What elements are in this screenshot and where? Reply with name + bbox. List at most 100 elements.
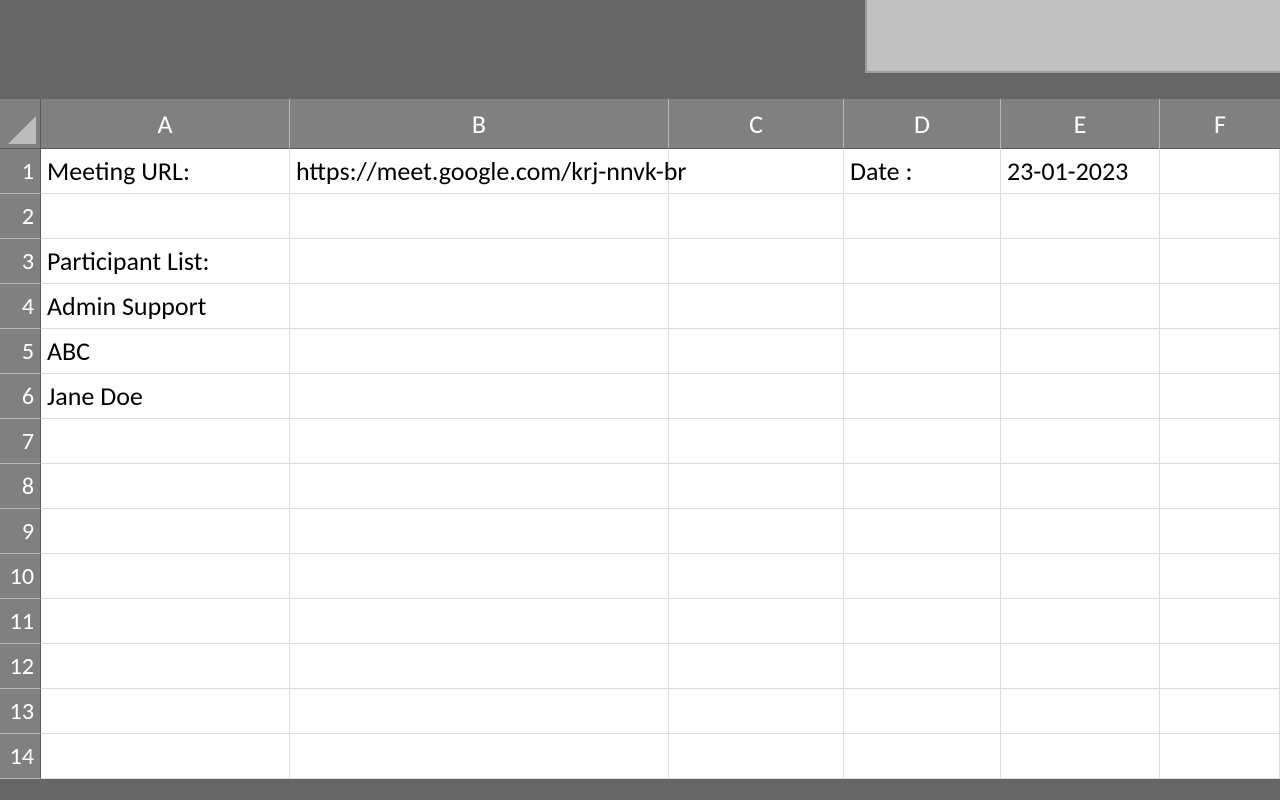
col-header-F[interactable]: F bbox=[1160, 99, 1280, 149]
cell-D12[interactable] bbox=[844, 644, 1001, 689]
cell-E3[interactable] bbox=[1001, 239, 1160, 284]
cell-B5[interactable] bbox=[290, 329, 669, 374]
cell-F4[interactable] bbox=[1160, 284, 1280, 329]
cell-B9[interactable] bbox=[290, 509, 669, 554]
cell-D3[interactable] bbox=[844, 239, 1001, 284]
cell-D14[interactable] bbox=[844, 734, 1001, 779]
cell-D8[interactable] bbox=[844, 464, 1001, 509]
row-header-12[interactable]: 12 bbox=[0, 644, 41, 689]
cell-B8[interactable] bbox=[290, 464, 669, 509]
cell-A11[interactable] bbox=[41, 599, 290, 644]
cell-E8[interactable] bbox=[1001, 464, 1160, 509]
row-header-8[interactable]: 8 bbox=[0, 464, 41, 509]
cell-E1[interactable]: 23-01-2023 bbox=[1001, 149, 1160, 194]
cell-F5[interactable] bbox=[1160, 329, 1280, 374]
cell-D7[interactable] bbox=[844, 419, 1001, 464]
cell-C1[interactable] bbox=[669, 149, 844, 194]
cell-A10[interactable] bbox=[41, 554, 290, 599]
cell-F12[interactable] bbox=[1160, 644, 1280, 689]
row-header-5[interactable]: 5 bbox=[0, 329, 41, 374]
cell-F13[interactable] bbox=[1160, 689, 1280, 734]
cell-C11[interactable] bbox=[669, 599, 844, 644]
cell-D4[interactable] bbox=[844, 284, 1001, 329]
cell-E14[interactable] bbox=[1001, 734, 1160, 779]
cell-A13[interactable] bbox=[41, 689, 290, 734]
cell-C5[interactable] bbox=[669, 329, 844, 374]
cell-F10[interactable] bbox=[1160, 554, 1280, 599]
cell-A1[interactable]: Meeting URL: bbox=[41, 149, 290, 194]
cell-B2[interactable] bbox=[290, 194, 669, 239]
cell-D1[interactable]: Date : bbox=[844, 149, 1001, 194]
cell-E10[interactable] bbox=[1001, 554, 1160, 599]
cell-C13[interactable] bbox=[669, 689, 844, 734]
cell-D5[interactable] bbox=[844, 329, 1001, 374]
cell-A12[interactable] bbox=[41, 644, 290, 689]
cell-A3[interactable]: Participant List: bbox=[41, 239, 290, 284]
row-header-4[interactable]: 4 bbox=[0, 284, 41, 329]
cell-F3[interactable] bbox=[1160, 239, 1280, 284]
row-header-6[interactable]: 6 bbox=[0, 374, 41, 419]
row-header-11[interactable]: 11 bbox=[0, 599, 41, 644]
cell-A6[interactable]: Jane Doe bbox=[41, 374, 290, 419]
row-header-9[interactable]: 9 bbox=[0, 509, 41, 554]
select-all-triangle[interactable] bbox=[0, 99, 41, 149]
row-header-14[interactable]: 14 bbox=[0, 734, 41, 779]
cell-D9[interactable] bbox=[844, 509, 1001, 554]
cell-B3[interactable] bbox=[290, 239, 669, 284]
row-header-10[interactable]: 10 bbox=[0, 554, 41, 599]
cell-C10[interactable] bbox=[669, 554, 844, 599]
row-header-3[interactable]: 3 bbox=[0, 239, 41, 284]
cell-F11[interactable] bbox=[1160, 599, 1280, 644]
cell-D13[interactable] bbox=[844, 689, 1001, 734]
cell-E6[interactable] bbox=[1001, 374, 1160, 419]
cell-E2[interactable] bbox=[1001, 194, 1160, 239]
cell-C9[interactable] bbox=[669, 509, 844, 554]
cell-C7[interactable] bbox=[669, 419, 844, 464]
cell-B1[interactable]: https://meet.google.com/krj-nnvk-br bbox=[290, 149, 669, 194]
cell-E5[interactable] bbox=[1001, 329, 1160, 374]
row-header-7[interactable]: 7 bbox=[0, 419, 41, 464]
cell-E9[interactable] bbox=[1001, 509, 1160, 554]
cell-E7[interactable] bbox=[1001, 419, 1160, 464]
row-header-13[interactable]: 13 bbox=[0, 689, 41, 734]
cell-A5[interactable]: ABC bbox=[41, 329, 290, 374]
cell-B11[interactable] bbox=[290, 599, 669, 644]
cell-C12[interactable] bbox=[669, 644, 844, 689]
col-header-C[interactable]: C bbox=[669, 99, 844, 149]
cell-B14[interactable] bbox=[290, 734, 669, 779]
cell-E4[interactable] bbox=[1001, 284, 1160, 329]
cell-E13[interactable] bbox=[1001, 689, 1160, 734]
row-header-1[interactable]: 1 bbox=[0, 149, 41, 194]
cell-B4[interactable] bbox=[290, 284, 669, 329]
col-header-E[interactable]: E bbox=[1001, 99, 1160, 149]
cell-D2[interactable] bbox=[844, 194, 1001, 239]
cell-A8[interactable] bbox=[41, 464, 290, 509]
col-header-A[interactable]: A bbox=[41, 99, 290, 149]
cell-F7[interactable] bbox=[1160, 419, 1280, 464]
cell-C2[interactable] bbox=[669, 194, 844, 239]
cell-B12[interactable] bbox=[290, 644, 669, 689]
cell-B7[interactable] bbox=[290, 419, 669, 464]
cell-C3[interactable] bbox=[669, 239, 844, 284]
cell-F6[interactable] bbox=[1160, 374, 1280, 419]
cell-F1[interactable] bbox=[1160, 149, 1280, 194]
cell-E11[interactable] bbox=[1001, 599, 1160, 644]
cell-F8[interactable] bbox=[1160, 464, 1280, 509]
cell-C4[interactable] bbox=[669, 284, 844, 329]
cell-B6[interactable] bbox=[290, 374, 669, 419]
cell-A9[interactable] bbox=[41, 509, 290, 554]
cell-A14[interactable] bbox=[41, 734, 290, 779]
cell-A4[interactable]: Admin Support bbox=[41, 284, 290, 329]
cell-F2[interactable] bbox=[1160, 194, 1280, 239]
cell-D6[interactable] bbox=[844, 374, 1001, 419]
cell-F9[interactable] bbox=[1160, 509, 1280, 554]
spreadsheet-grid[interactable]: A B C D E F 1 Meeting URL: https://meet.… bbox=[0, 99, 1280, 779]
col-header-B[interactable]: B bbox=[290, 99, 669, 149]
cell-B10[interactable] bbox=[290, 554, 669, 599]
cell-C6[interactable] bbox=[669, 374, 844, 419]
cell-C8[interactable] bbox=[669, 464, 844, 509]
col-header-D[interactable]: D bbox=[844, 99, 1001, 149]
cell-C14[interactable] bbox=[669, 734, 844, 779]
cell-B13[interactable] bbox=[290, 689, 669, 734]
cell-D10[interactable] bbox=[844, 554, 1001, 599]
